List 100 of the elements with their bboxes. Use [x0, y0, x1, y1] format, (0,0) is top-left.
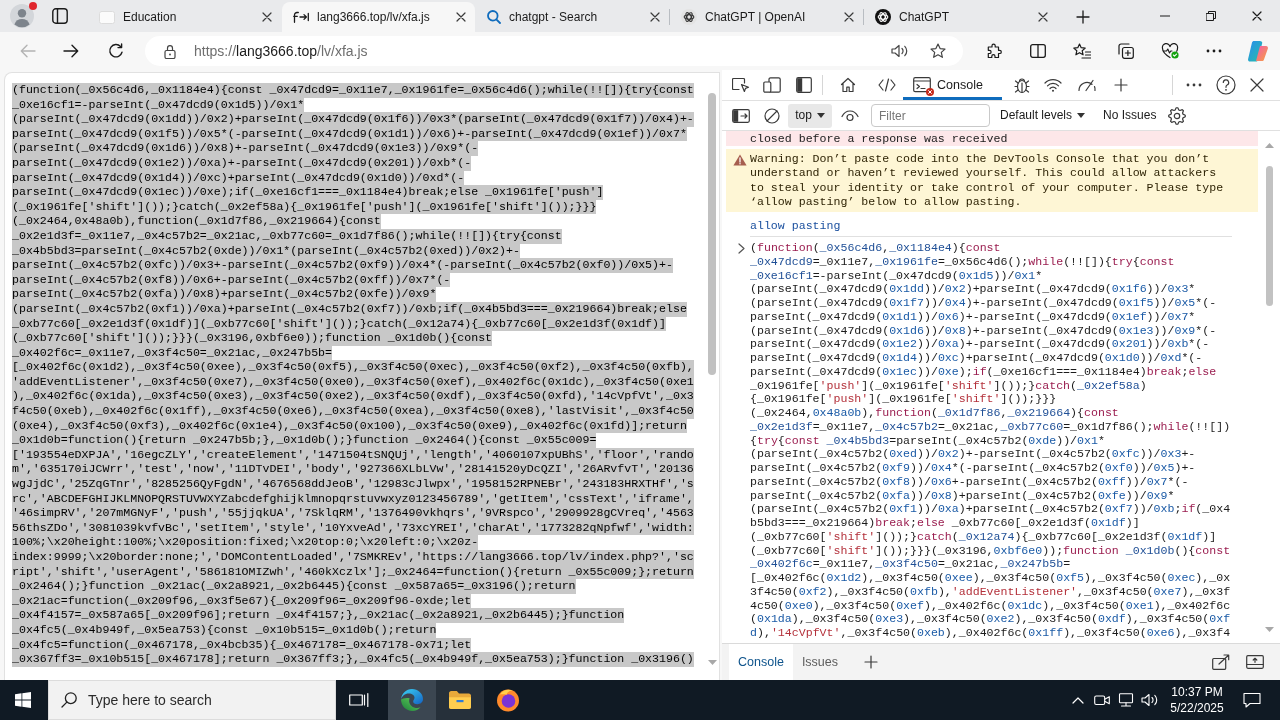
- filter-field[interactable]: Filter: [871, 104, 990, 127]
- code-line: {try{const _0x4b5bd3=parseInt(_0x4c57b2(0xde))/0x1*: [750, 433, 1105, 448]
- browser-tab[interactable]: Education: [88, 2, 281, 32]
- code-line: (_0xb77c60['shift']());}}}(_0x3196,0xbf6e0));function _0x1d0b(){const: [750, 543, 1231, 558]
- bug-icon[interactable]: [1014, 76, 1030, 94]
- eye-icon[interactable]: [841, 109, 859, 122]
- code-line: [_0x402f6c(0x1d2),_0x3f4c50(0xee),_0x3f4c50(0xf5),_0x3f4c50(0xec),_0x: [750, 571, 1231, 585]
- notification-icon[interactable]: [1243, 692, 1261, 708]
- heart-pulse-icon[interactable]: [1161, 43, 1179, 59]
- warning-text: Warning: Don’t paste code into the DevTools Console that you don’t understand or haven’t reviewed yourself. This could allow attackers to steal your identity or take control of your computer. Please type ‘allow pasting’ below to allow pasting.: [750, 152, 1225, 210]
- plus-icon[interactable]: [1114, 78, 1128, 92]
- close-icon[interactable]: [650, 12, 660, 22]
- levels-dropdown[interactable]: Default levels: [1000, 108, 1086, 123]
- issues-status[interactable]: No Issues: [1103, 108, 1157, 123]
- close-icon[interactable]: [1252, 11, 1262, 21]
- wifi-icon[interactable]: [1044, 78, 1062, 92]
- knot-logo-icon: [681, 9, 697, 25]
- favorites-icon[interactable]: [1073, 43, 1091, 59]
- code-line: d),'14cVpfVt',_0x3f4c50(0xeb),_0x402f6c(0x1ff),_0x3f4c50(0xe6),_0x3f4: [750, 626, 1231, 640]
- flame-globe-icon: [496, 688, 520, 712]
- console-tab[interactable]: Console: [903, 70, 1002, 100]
- tab-actions-icon[interactable]: [52, 8, 68, 24]
- folder-icon: [448, 690, 472, 710]
- browser-tab[interactable]: lang3666.top/lv/xfa.js: [282, 2, 475, 32]
- drawer-tab[interactable]: Console: [729, 644, 793, 680]
- speaker-waves-icon[interactable]: [891, 44, 909, 58]
- search-field[interactable]: Type here to search: [48, 680, 336, 720]
- code-line: parseInt(_0x47dcd9(0x1d4))/0xc)+parseInt(_0x47dcd9(0x1d0))/0xd*(-: [750, 351, 1203, 365]
- slanted-bars-logo-icon[interactable]: [1247, 40, 1269, 62]
- sidebar-icon[interactable]: [731, 108, 750, 123]
- dock-bottom-icon[interactable]: [1246, 655, 1264, 669]
- scrollbar-thumb[interactable]: [708, 93, 716, 375]
- code-line: {_0x1961fe['push'](_0x1961fe['shift']());}}}: [750, 392, 1057, 407]
- code-line: (parseInt(_0x47dcd9(0x1f7))/0x4)+-parseInt(_0x47dcd9(0x1f5))/0x5*(-: [750, 296, 1217, 310]
- context-dropdown[interactable]: top: [788, 103, 832, 128]
- code-icon[interactable]: [877, 78, 896, 92]
- code-line: 4c50(0xe0),_0x3f4c50(0xef),_0x402f6c(0x1dc),_0x3f4c50(0xe1),_0x402f6c: [750, 598, 1231, 613]
- close-icon[interactable]: [1038, 12, 1048, 22]
- profile-avatar-icon[interactable]: [10, 4, 34, 28]
- home-icon[interactable]: [840, 77, 856, 93]
- gauge-icon[interactable]: [1077, 78, 1097, 92]
- network-icon[interactable]: [1117, 693, 1135, 707]
- code-line: _0x402f6c=_0x11e7,_0x3f4c50=_0x21ac,_0x247b5b=: [750, 557, 1071, 572]
- restore-icon[interactable]: [1206, 11, 1216, 21]
- clear-icon[interactable]: [763, 107, 780, 124]
- clock-date[interactable]: 5/22/2025: [1170, 700, 1224, 716]
- command-text: allow pasting: [750, 219, 841, 234]
- code-line: _0xe16cf1=-parseInt(_0x47dcd9(0x1d5))/0x1*: [750, 268, 1043, 283]
- close-icon[interactable]: [262, 12, 272, 22]
- undock-icon[interactable]: [1212, 654, 1230, 670]
- collections-icon[interactable]: [1118, 43, 1134, 59]
- extensions-icon[interactable]: [986, 43, 1002, 59]
- code-line: (_0xb77c60['shift']());}catch(_0x12a74){_0xb77c60[_0x2e1d3f(0x1df)]: [750, 529, 1217, 544]
- error-badge-icon: [926, 88, 934, 96]
- drawer-tab[interactable]: Issues: [792, 644, 847, 680]
- code-line: (parseInt(_0x4c57b2(0xed))/0x2)+-parseInt(_0x4c57b2(0xfc))/0x3+-: [750, 447, 1196, 462]
- browser-tab[interactable]: ChatGPT | OpenAI: [670, 2, 863, 32]
- taskbar-app[interactable]: [436, 680, 484, 720]
- browser-tab[interactable]: ChatGPT: [864, 2, 1057, 32]
- address-field[interactable]: https://lang3666.top/lv/xfa.js: [145, 36, 963, 66]
- code-line: (parseInt(_0x47dcd9(0x1d6))/0x8)+-parseInt(_0x47dcd9(0x1e3))/0x9*(-: [750, 323, 1217, 338]
- clock-time[interactable]: 10:37 PM: [1171, 684, 1223, 700]
- close-icon[interactable]: [456, 12, 466, 22]
- dock-icon[interactable]: [795, 77, 812, 93]
- code-line: parseInt(_0x47dcd9(0x1d1))/0x6)+-parseInt(_0x47dcd9(0x1ef))/0x7*: [750, 309, 1196, 324]
- task-view-icon[interactable]: [349, 692, 369, 708]
- code-line: parseInt(_0x4c57b2(0xf9))/0x4*(-parseInt(_0x4c57b2(0xf0))/0x5)+-: [750, 461, 1196, 475]
- help-icon[interactable]: [1216, 75, 1236, 95]
- plus-icon[interactable]: [864, 655, 878, 669]
- device-icon[interactable]: [762, 77, 781, 93]
- caret-icon: [1077, 113, 1086, 118]
- settings-icon[interactable]: [1168, 106, 1187, 125]
- chevron-up-icon[interactable]: [1072, 696, 1084, 704]
- code-line: (function(_0x56c4d6,_0x1184e4){const: [750, 241, 1001, 255]
- more-icon[interactable]: [1206, 49, 1222, 53]
- plus-icon[interactable]: [1076, 10, 1090, 24]
- close-icon[interactable]: [844, 12, 854, 22]
- lock-icon[interactable]: [164, 43, 176, 59]
- code-line: (parseInt(_0x4c57b2(0xf1))/0xa)+parseInt(_0x4c57b2(0xf7))/0xb;if(_0x4: [750, 502, 1231, 517]
- split-screen-icon[interactable]: [1030, 44, 1046, 58]
- notification-dot-icon: [29, 2, 37, 10]
- code-line: (parseInt(_0x47dcd9(0x1dd))/0x2)+parseInt(_0x47dcd9(0x1f6))/0x3*: [750, 282, 1196, 297]
- video-camera-icon[interactable]: [1094, 694, 1110, 706]
- refresh-icon[interactable]: [108, 43, 124, 59]
- error-message: closed before a response was received: [726, 131, 1258, 146]
- prompt-chevron-icon: [738, 243, 745, 255]
- code-line: parseInt(_0x47dcd9(0x1e2))/0xa)+-parseInt(_0x47dcd9(0x201))/0xb*(-: [750, 337, 1210, 352]
- inspect-icon[interactable]: [731, 77, 750, 93]
- close-icon[interactable]: [1250, 78, 1264, 92]
- code-line: parseInt(_0x4c57b2(0xfa))/0x8)+parseInt(_0x4c57b2(0xfe))/0x9*: [750, 488, 1175, 503]
- scrollbar-thumb[interactable]: [1265, 166, 1273, 306]
- favorite-star-icon[interactable]: [930, 43, 946, 59]
- browser-tab[interactable]: chatgpt - Search: [476, 2, 669, 32]
- code-line: parseInt(_0x4c57b2(0xf8))/0x6+-parseInt(_0x4c57b2(0xff))/0x7*(-: [750, 474, 1189, 489]
- code-line: (0x1da),_0x3f4c50(0xe3),_0x3f4c50(0xe2),_0x3f4c50(0xdf),_0x3f4c50(0xf: [750, 612, 1231, 627]
- start-icon[interactable]: [15, 692, 31, 708]
- forward-icon[interactable]: [63, 44, 79, 58]
- more-icon[interactable]: [1186, 83, 1202, 87]
- volume-icon[interactable]: [1141, 693, 1159, 707]
- code-line: _0x47dcd9=_0x11e7,_0x1961fe=_0x56c4d6();while(!![]){try{const: [750, 254, 1175, 269]
